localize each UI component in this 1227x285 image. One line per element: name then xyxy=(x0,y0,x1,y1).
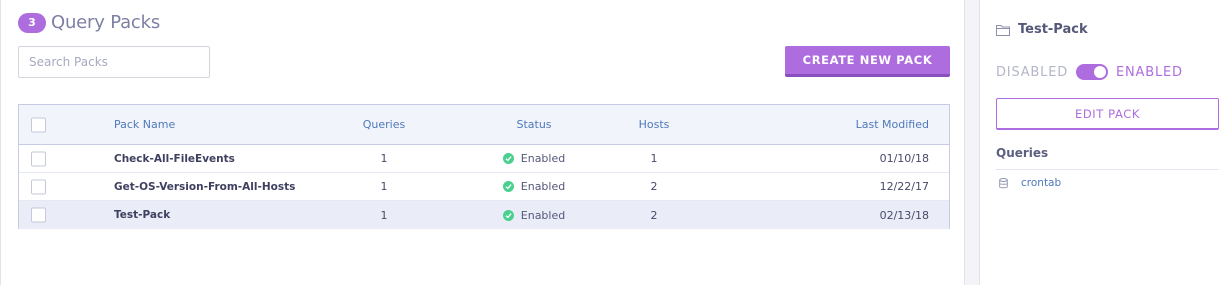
toggle-knob xyxy=(1094,66,1107,78)
last-modified-cell: 02/13/18 xyxy=(879,208,929,222)
status-text: Enabled xyxy=(520,180,566,193)
table-row[interactable]: Get-OS-Version-From-All-Hosts 1 Enabled … xyxy=(19,173,949,201)
hosts-cell: 2 xyxy=(650,208,658,222)
column-header-queries[interactable]: Queries xyxy=(349,105,419,144)
status-cell: Enabled xyxy=(479,173,589,200)
queries-heading: Queries xyxy=(996,146,1049,160)
enable-toggle[interactable] xyxy=(1076,64,1109,80)
pack-name-cell: Get-OS-Version-From-All-Hosts xyxy=(114,180,296,193)
status-text: Enabled xyxy=(520,208,566,222)
sidebar-title: Test-Pack xyxy=(996,22,1088,37)
column-header-last-modified[interactable]: Last Modified xyxy=(856,105,929,144)
enabled-label: ENABLED xyxy=(1116,64,1183,80)
last-modified-cell: 12/22/17 xyxy=(879,180,929,193)
check-circle-icon xyxy=(502,209,514,221)
database-icon xyxy=(999,177,1008,188)
pack-name-title: Test-Pack xyxy=(1018,22,1088,37)
status-text: Enabled xyxy=(520,152,566,165)
table-row[interactable]: Test-Pack 1 Enabled 2 02/13/18 xyxy=(19,201,949,229)
query-link[interactable]: crontab xyxy=(1021,177,1061,189)
column-header-pack-name[interactable]: Pack Name xyxy=(114,105,175,144)
query-list-item[interactable]: crontab xyxy=(999,177,1061,189)
select-all-checkbox[interactable] xyxy=(31,117,46,132)
create-new-pack-button[interactable]: CREATE NEW PACK xyxy=(785,46,950,77)
queries-cell: 1 xyxy=(380,180,388,193)
check-circle-icon xyxy=(502,153,514,164)
table-row[interactable]: Check-All-FileEvents 1 Enabled 1 01/10/1… xyxy=(19,145,949,173)
panel-divider xyxy=(964,0,980,285)
enable-toggle-row: DISABLED ENABLED xyxy=(996,64,1183,80)
pack-details-sidebar: Test-Pack DISABLED ENABLED EDIT PACK Que… xyxy=(980,0,1227,285)
queries-cell: 1 xyxy=(380,152,388,165)
table-header: Pack Name Queries Status Hosts Last Modi… xyxy=(19,105,949,145)
folder-icon xyxy=(996,24,1010,36)
page-header: 3 Query Packs xyxy=(18,12,160,33)
last-modified-cell: 01/10/18 xyxy=(879,152,929,165)
check-circle-icon xyxy=(502,181,514,192)
search-packs-input[interactable] xyxy=(18,46,210,78)
packs-table: Pack Name Queries Status Hosts Last Modi… xyxy=(18,104,950,229)
disabled-label: DISABLED xyxy=(996,64,1069,80)
pack-count-badge: 3 xyxy=(18,12,46,33)
pack-name-cell: Test-Pack xyxy=(114,209,171,221)
status-cell: Enabled xyxy=(479,201,589,229)
hosts-cell: 2 xyxy=(650,180,658,193)
queries-divider xyxy=(996,169,1219,170)
column-header-hosts[interactable]: Hosts xyxy=(619,105,689,144)
column-header-status[interactable]: Status xyxy=(479,105,589,144)
queries-cell: 1 xyxy=(380,208,388,222)
edit-pack-button[interactable]: EDIT PACK xyxy=(996,98,1219,130)
row-checkbox[interactable] xyxy=(31,151,46,166)
row-checkbox[interactable] xyxy=(31,179,46,194)
page-title: Query Packs xyxy=(51,12,160,33)
status-cell: Enabled xyxy=(479,145,589,172)
packs-main-panel: 3 Query Packs CREATE NEW PACK Pack Name … xyxy=(0,0,964,285)
hosts-cell: 1 xyxy=(650,152,658,165)
pack-name-cell: Check-All-FileEvents xyxy=(114,152,235,165)
row-checkbox[interactable] xyxy=(31,207,46,223)
